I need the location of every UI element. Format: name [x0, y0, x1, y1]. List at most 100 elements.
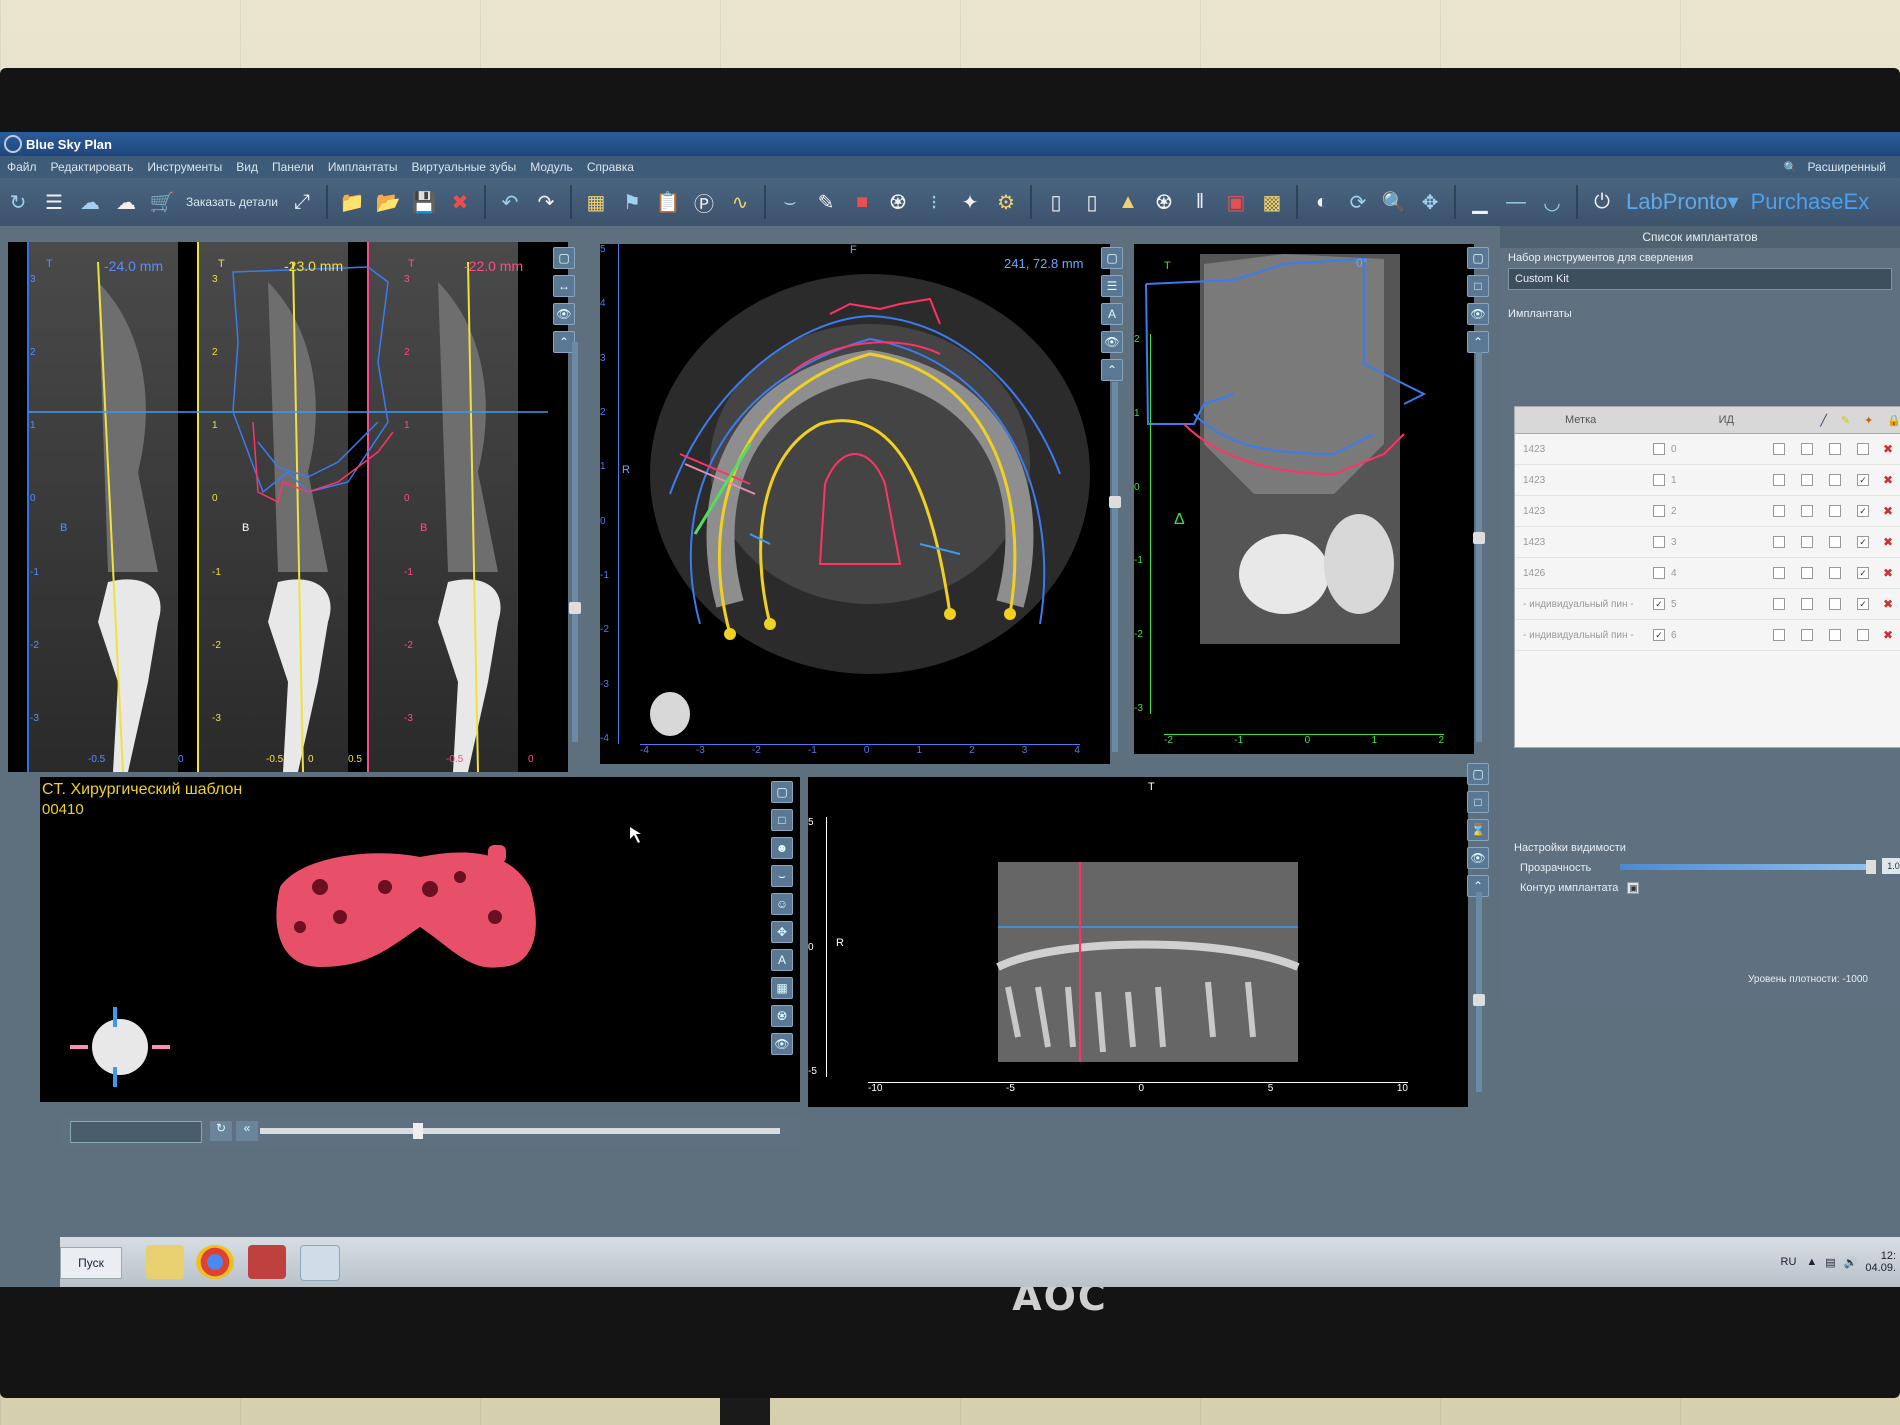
hourglass-icon[interactable]: ⌛: [1467, 819, 1489, 841]
lock-checkbox[interactable]: ✓: [1857, 536, 1869, 548]
3d-view[interactable]: CT. Хирургический шаблон 00410: [40, 777, 800, 1102]
settings-list-icon[interactable]: ⚙: [991, 187, 1021, 217]
eye-icon[interactable]: 👁: [1467, 847, 1489, 869]
drill-checkbox[interactable]: [1773, 598, 1785, 610]
visible-checkbox[interactable]: [1801, 536, 1813, 548]
drill-kit-select[interactable]: Custom Kit: [1508, 268, 1892, 290]
view-mode-icon[interactable]: ▢: [1467, 763, 1489, 785]
advanced-search[interactable]: 🔍 Расширенный: [1784, 160, 1893, 174]
teeth-guide-icon[interactable]: ■: [847, 187, 877, 217]
implant-select-checkbox[interactable]: ✓: [1653, 598, 1665, 610]
visible-checkbox[interactable]: [1801, 505, 1813, 517]
arch-icon[interactable]: ⌣: [771, 865, 793, 887]
curve-icon[interactable]: ∿: [725, 187, 755, 217]
delete-implant-icon[interactable]: ✖: [1883, 504, 1893, 518]
cross-section-view[interactable]: -24.0 mm -23.0 mm -22.0 mm T T T B B B 3…: [8, 242, 568, 772]
implant-row[interactable]: - индивидуальный пин - ✓ 6 ✖: [1515, 620, 1900, 651]
purchase-button[interactable]: PurchaseEx: [1751, 189, 1870, 215]
undo-icon[interactable]: ↶: [495, 187, 525, 217]
pin-checkbox[interactable]: [1829, 598, 1841, 610]
implant-row[interactable]: 1423 2 ✓ ✖: [1515, 496, 1900, 527]
lock-checkbox[interactable]: ✓: [1857, 474, 1869, 486]
ruler-icon[interactable]: ―: [1501, 187, 1531, 217]
fit-icon[interactable]: □: [1467, 791, 1489, 813]
pin-checkbox[interactable]: [1829, 567, 1841, 579]
clock[interactable]: 12: 04.09.: [1865, 1250, 1896, 1274]
render-mode-dropdown[interactable]: [70, 1121, 202, 1143]
sagittal-view[interactable]: Δ 0° T 2 1 0 -1 -2 -3 -2 -1 0 1 2: [1134, 244, 1474, 754]
skull-icon[interactable]: ☻: [771, 837, 793, 859]
cart-icon[interactable]: 🛒: [147, 187, 177, 217]
file-explorer-icon[interactable]: [146, 1245, 184, 1279]
view-mode-icon[interactable]: ▢: [771, 781, 793, 803]
zoom-icon[interactable]: 🔍: [1379, 187, 1409, 217]
pan-icon[interactable]: ✥: [1415, 187, 1445, 217]
implant-select-checkbox[interactable]: [1653, 474, 1665, 486]
blue-sky-plan-icon[interactable]: [300, 1245, 340, 1281]
layout-grid-icon[interactable]: ▦: [581, 187, 611, 217]
implant-select-checkbox[interactable]: ✓: [1653, 629, 1665, 641]
resize-icon[interactable]: ⤢: [287, 187, 317, 217]
implant-select-checkbox[interactable]: [1653, 505, 1665, 517]
visible-checkbox[interactable]: [1801, 443, 1813, 455]
menu-help[interactable]: Справка: [587, 160, 634, 174]
implant-select-checkbox[interactable]: [1653, 443, 1665, 455]
drill-checkbox[interactable]: [1773, 629, 1785, 641]
3d-view-slider[interactable]: [260, 1128, 780, 1134]
implant-alt-icon[interactable]: ▯: [1077, 187, 1107, 217]
face-icon[interactable]: ☺: [771, 893, 793, 915]
chevron-up-icon[interactable]: ⌃: [1467, 331, 1489, 353]
sagittal-slider[interactable]: [1476, 352, 1482, 742]
drill-checkbox[interactable]: [1773, 474, 1785, 486]
lock-guide-icon[interactable]: ▩: [1257, 187, 1287, 217]
contrast-icon[interactable]: ◐: [1307, 187, 1337, 217]
implant-row[interactable]: 1426 4 ✓ ✖: [1515, 558, 1900, 589]
grid-icon[interactable]: ▦: [771, 977, 793, 999]
delete-implant-icon[interactable]: ✖: [1883, 628, 1893, 642]
implant-row[interactable]: - индивидуальный пин - ✓ 5 ✓ ✖: [1515, 589, 1900, 620]
volume-icon[interactable]: 🔊: [1844, 1256, 1858, 1269]
menu-implants[interactable]: Имплантаты: [328, 160, 398, 174]
transparency-value[interactable]: 1.00: [1882, 858, 1900, 874]
layers-icon[interactable]: ☰: [1101, 275, 1123, 297]
tooth-icon[interactable]: ♼: [883, 187, 913, 217]
tray-arrow-icon[interactable]: ▲: [1806, 1256, 1817, 1268]
implant-select-checkbox[interactable]: [1653, 536, 1665, 548]
pin-checkbox[interactable]: [1829, 474, 1841, 486]
fit-icon[interactable]: □: [1467, 275, 1489, 297]
panoramic-slider-knob[interactable]: [1473, 994, 1485, 1006]
sliders-icon[interactable]: ☰: [39, 187, 69, 217]
delete-implant-icon[interactable]: ✖: [1883, 473, 1893, 487]
palette-icon[interactable]: ▣: [1221, 187, 1251, 217]
axial-slider[interactable]: [1112, 382, 1118, 752]
visible-checkbox[interactable]: [1801, 598, 1813, 610]
view-mode-icon[interactable]: ▢: [553, 247, 575, 269]
close-file-icon[interactable]: ✖: [445, 187, 475, 217]
3d-view-slider-knob[interactable]: [413, 1123, 423, 1139]
cloud-icon[interactable]: ☁: [111, 187, 141, 217]
pin-checkbox[interactable]: [1829, 443, 1841, 455]
menu-virtual-teeth[interactable]: Виртуальные зубы: [411, 160, 516, 174]
implant-row[interactable]: 1423 3 ✓ ✖: [1515, 527, 1900, 558]
notes-icon[interactable]: 📋: [653, 187, 683, 217]
panoramic-view[interactable]: T R 5 0 -5 -10 -5 0 5 10: [808, 777, 1468, 1107]
delete-implant-icon[interactable]: ✖: [1883, 535, 1893, 549]
chevron-up-icon[interactable]: ⌃: [1101, 359, 1123, 381]
order-parts-button[interactable]: Заказать детали: [186, 195, 278, 209]
drill-checkbox[interactable]: [1773, 567, 1785, 579]
cross-section-slider[interactable]: [572, 342, 578, 742]
arch-icon[interactable]: ⌣: [775, 187, 805, 217]
text-a-icon[interactable]: A: [1101, 303, 1123, 325]
delete-implant-icon[interactable]: ✖: [1883, 442, 1893, 456]
fit-icon[interactable]: ↔: [553, 275, 575, 297]
menu-file[interactable]: Файл: [7, 160, 37, 174]
chrome-icon[interactable]: [196, 1245, 234, 1279]
view-mode-icon[interactable]: ▢: [1467, 247, 1489, 269]
visible-checkbox[interactable]: [1801, 474, 1813, 486]
rotate-icon[interactable]: ⟳: [1343, 187, 1373, 217]
menu-edit[interactable]: Редактировать: [51, 160, 134, 174]
save-icon[interactable]: 💾: [409, 187, 439, 217]
cross-section-slider-knob[interactable]: [569, 602, 581, 614]
sagittal-slider-knob[interactable]: [1473, 532, 1485, 544]
lock-checkbox[interactable]: ✓: [1857, 567, 1869, 579]
